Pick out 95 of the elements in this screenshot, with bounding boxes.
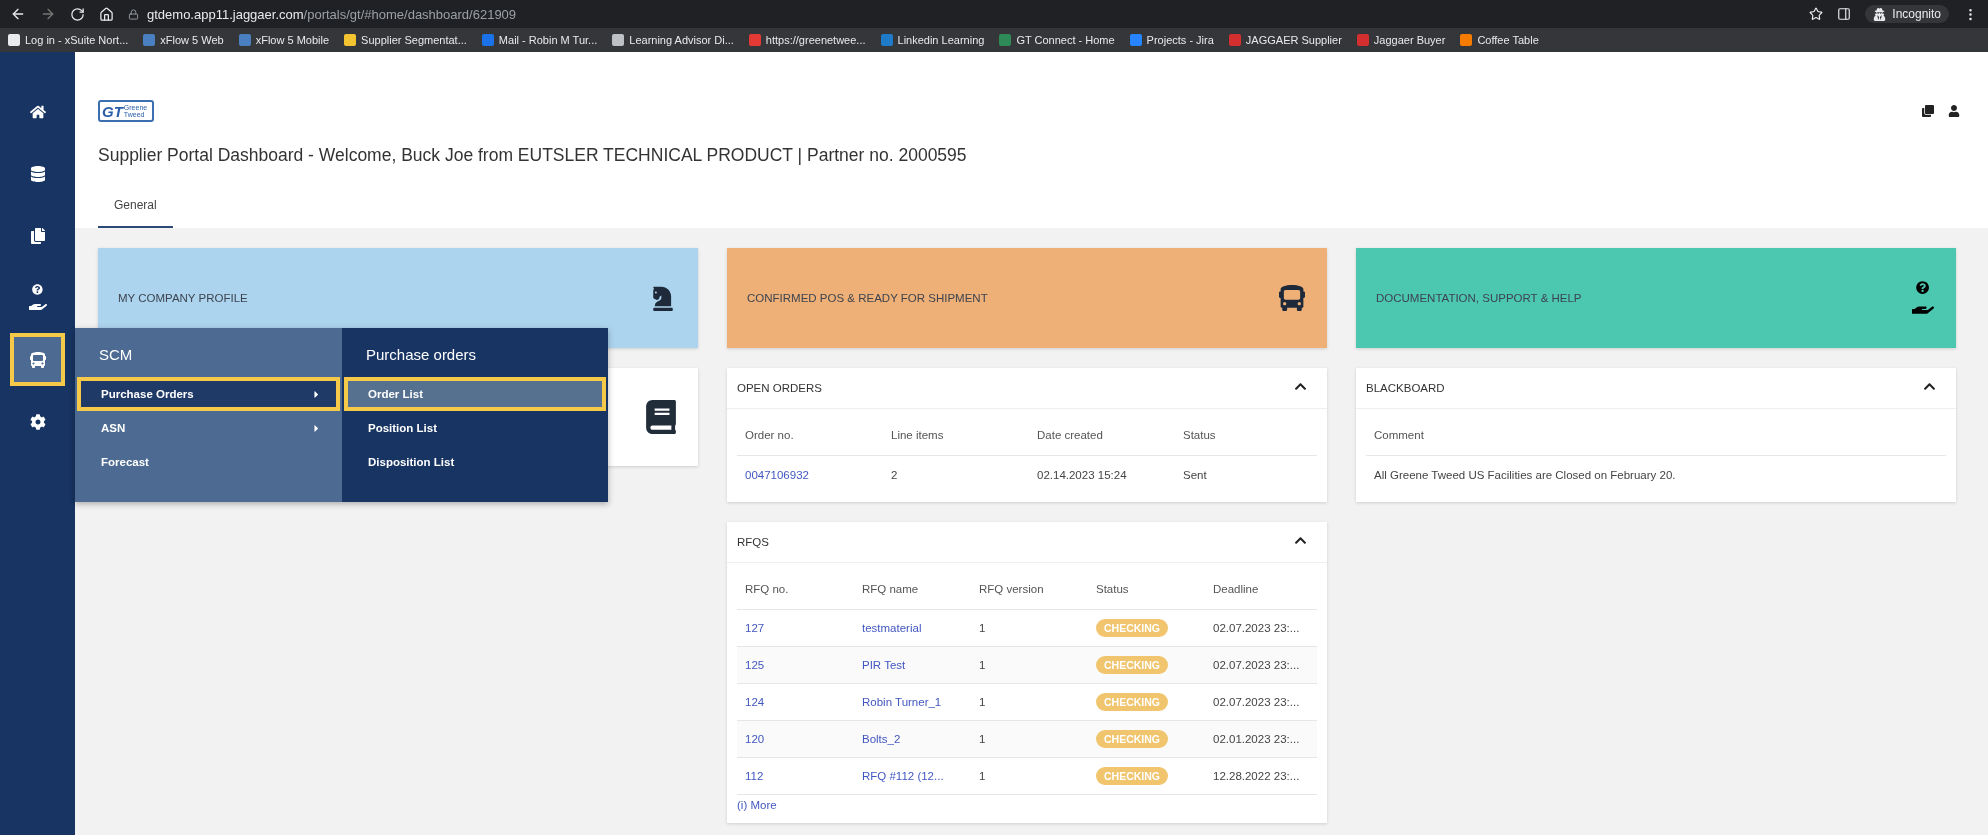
book-icon: [644, 400, 678, 434]
help-hand-icon: [1912, 281, 1934, 315]
bookmark[interactable]: Supplier Segmentat...: [344, 34, 467, 46]
address-bar[interactable]: gtdemo.app11.jaggaer.com/portals/gt/#home/dashboard/621909: [147, 6, 517, 22]
table-cell-text: 02.07.2023 23:...: [1213, 696, 1301, 708]
bookmark[interactable]: JAGGAER Supplier: [1228, 34, 1342, 46]
page-title: Supplier Portal Dashboard - Welcome, Buck Joe from EUTSLER TECHNICAL PRODUCT | Partner no. 2000595: [98, 144, 968, 167]
bookmark[interactable]: Learning Advisor Di...: [612, 34, 734, 46]
database-icon: [29, 165, 46, 182]
rfq-link[interactable]: RFQ #112 (12...: [862, 770, 979, 782]
settings-icon: [29, 413, 46, 430]
panel-title: OPEN ORDERS: [737, 382, 822, 394]
table-cell-text: All Greene Tweed US Facilities are Closed on February 20.: [1374, 469, 1677, 481]
more-link[interactable]: (i) More: [737, 795, 1317, 815]
column-header: Comment: [1374, 429, 1425, 441]
rfq-link[interactable]: 112: [745, 770, 862, 782]
sidebar-button[interactable]: [10, 333, 65, 386]
bookmark[interactable]: Coffee Table: [1460, 34, 1539, 46]
column-header: Order no.: [745, 429, 795, 441]
rfq-link[interactable]: PIR Test: [862, 659, 979, 671]
status-badge: CHECKING: [1096, 693, 1168, 711]
column-header: RFQ version: [979, 583, 1045, 595]
status-badge: CHECKING: [1096, 656, 1168, 674]
column-header: RFQ no.: [745, 583, 790, 595]
table-cell-text: 1: [979, 770, 987, 782]
rfq-link[interactable]: testmaterial: [862, 622, 979, 634]
table-cell-text: 1: [979, 696, 987, 708]
panel-title: BLACKBOARD: [1366, 382, 1445, 394]
column-header: RFQ name: [862, 583, 920, 595]
rfq-link[interactable]: 127: [745, 622, 862, 634]
table-cell-text: 1: [979, 659, 987, 671]
table-cell-text: 1: [979, 733, 987, 745]
table-cell-text: 1: [979, 622, 987, 634]
side-panel-icon[interactable]: [1837, 7, 1852, 21]
bookmark[interactable]: xFlow 5 Web: [143, 34, 224, 46]
table-cell-text: 02.01.2023 23:...: [1213, 733, 1301, 745]
rfq-link[interactable]: 124: [745, 696, 862, 708]
dashboard-tile[interactable]: CONFIRMED POS & READY FOR SHIPMENT: [727, 248, 1327, 348]
user-icon[interactable]: [1948, 105, 1960, 117]
bookmark[interactable]: xFlow 5 Mobile: [238, 34, 330, 46]
rfq-link[interactable]: 125: [745, 659, 862, 671]
chevron-up-icon[interactable]: [1923, 380, 1936, 393]
reload-icon[interactable]: [70, 6, 85, 22]
menu-item[interactable]: Purchase Orders: [77, 377, 340, 411]
bookmark[interactable]: Log in - xSuite Nort...: [8, 34, 129, 46]
table-cell-text: 2: [891, 469, 899, 481]
help-hand-icon: [28, 284, 47, 311]
rfq-link[interactable]: 120: [745, 733, 862, 745]
column-header: Deadline: [1213, 583, 1260, 595]
bookmark[interactable]: Projects - Jira: [1129, 34, 1214, 46]
windows-icon[interactable]: [1922, 105, 1934, 117]
table-cell-text: Sent: [1183, 469, 1208, 481]
chevron-up-icon[interactable]: [1294, 380, 1307, 393]
menu-title: Purchase orders: [365, 345, 478, 365]
table-cell-text: 02.07.2023 23:...: [1213, 622, 1301, 634]
order-link[interactable]: 0047106932: [745, 469, 891, 481]
bookmark[interactable]: https://greenetwee...: [748, 34, 866, 46]
incognito-icon: [1873, 7, 1887, 21]
star-icon[interactable]: [1809, 7, 1824, 21]
column-header: Line items: [891, 429, 945, 441]
dashboard-tile[interactable]: DOCUMENTATION, SUPPORT & HELP: [1356, 248, 1956, 348]
documents-icon: [29, 227, 46, 244]
menu-item[interactable]: Forecast: [77, 445, 340, 479]
menu-item[interactable]: Disposition List: [344, 445, 606, 479]
bookmark[interactable]: Jaggaer Buyer: [1356, 34, 1446, 46]
rfq-link[interactable]: Robin Turner_1: [862, 696, 979, 708]
lock-icon: [128, 8, 139, 20]
forward-icon[interactable]: [40, 6, 56, 22]
table-cell-text: 02.07.2023 23:...: [1213, 659, 1301, 671]
status-badge: CHECKING: [1096, 767, 1168, 785]
table-cell-text: 02.14.2023 15:24: [1037, 469, 1128, 481]
column-header: Status: [1096, 583, 1130, 595]
rfq-link[interactable]: Bolts_2: [862, 733, 979, 745]
menu-item[interactable]: Position List: [344, 411, 606, 445]
menu-title: SCM: [98, 345, 134, 365]
menu-item[interactable]: Order List: [344, 377, 606, 411]
bus-icon: [29, 351, 46, 368]
tab[interactable]: General: [98, 188, 173, 228]
bookmark[interactable]: Linkedin Learning: [880, 34, 985, 46]
chess-knight-icon: [650, 285, 676, 311]
home-icon[interactable]: [99, 6, 114, 22]
status-badge: CHECKING: [1096, 619, 1168, 637]
chevron-up-icon[interactable]: [1294, 534, 1307, 547]
bus-icon: [1279, 285, 1305, 311]
column-header: Date created: [1037, 429, 1104, 441]
menu-item[interactable]: ASN: [77, 411, 340, 445]
table-cell-text: 12.28.2022 23:...: [1213, 770, 1301, 782]
home-icon: [29, 103, 46, 120]
back-icon[interactable]: [10, 6, 26, 22]
bookmark[interactable]: Mail - Robin M Tur...: [481, 34, 598, 46]
column-header: Status: [1183, 429, 1217, 441]
profile-button[interactable]: Incognito: [1865, 5, 1949, 23]
status-badge: CHECKING: [1096, 730, 1168, 748]
panel-title: RFQS: [737, 536, 769, 548]
bookmark[interactable]: GT Connect - Home: [999, 34, 1115, 46]
